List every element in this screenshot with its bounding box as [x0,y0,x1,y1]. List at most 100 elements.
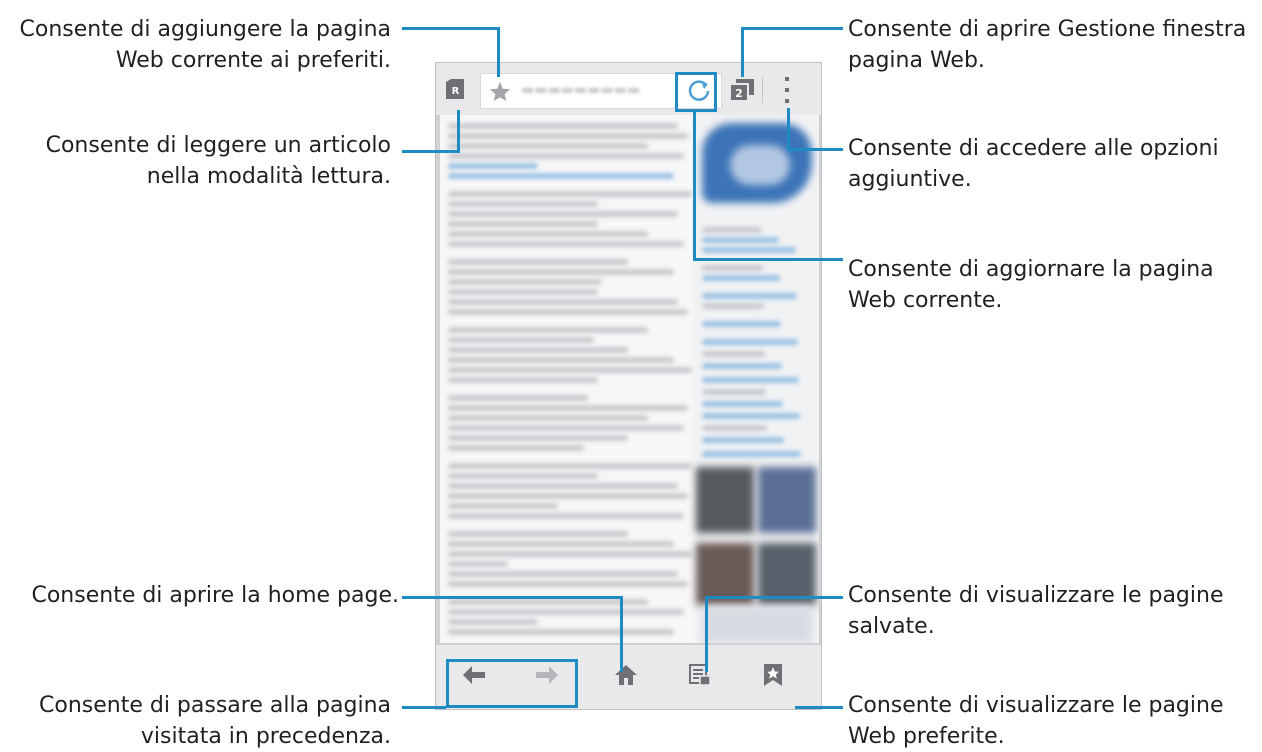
blurred-text-line [448,357,674,363]
callout-line [693,258,843,261]
blurred-text-line [702,247,796,253]
callout-home: Consente di aprire la home page. [31,583,399,608]
blurred-text-line [448,269,674,275]
blurred-text-line [702,425,767,431]
blurred-text-line [702,389,766,395]
blurred-text-line [448,435,628,441]
blurred-text-line [448,561,508,567]
blurred-text-line [448,241,684,247]
callout-line [402,706,446,709]
callout-line [705,596,708,672]
callout-reader-mode: Consente di leggere un articolo nella mo… [45,133,391,189]
reader-mode-icon[interactable]: R [446,79,464,99]
blurred-text-line [448,503,558,509]
blurred-text-line [448,123,678,129]
blurred-text-line [702,451,801,457]
blurred-text-line [448,541,674,547]
callout-line [693,110,696,261]
callout-saved-pages: Consente di visualizzare le pagine salva… [848,583,1224,639]
blurred-text-line [702,303,764,309]
blurred-text-line [702,401,783,407]
blurred-text-line [448,289,598,295]
blurred-text-line [448,531,628,537]
blurred-text-line [448,133,688,139]
back-forward-highlight [446,659,578,708]
blurred-text-line [702,363,782,369]
callout-line [402,27,500,30]
blurred-text-line [702,237,779,243]
blurred-text-line [702,377,799,383]
bookmark-star-icon[interactable] [489,81,511,102]
blurred-text-line [448,259,628,265]
callout-line [787,108,790,151]
svg-text:2: 2 [735,87,743,100]
callout-window-manager: Consente di aprire Gestione finestra pag… [848,17,1247,73]
blurred-text-line [702,227,762,233]
callout-line [795,706,843,709]
blurred-text-line [448,415,648,421]
blurred-text-line [448,211,678,217]
blurred-text-line [448,299,678,305]
callout-line [620,596,623,672]
blurred-text-line [448,279,602,285]
blurred-text-line [702,293,797,299]
blurred-text-line [448,347,628,353]
browser-screen: R ▬▬▬▬▬▬▬▬▬ 2 [435,62,822,710]
blurred-text-line [448,463,692,469]
blurred-text-line [702,339,798,345]
more-options-icon[interactable] [783,75,791,105]
blurred-text-line [702,321,781,327]
toolbar-divider [762,77,763,103]
blurred-text-line [702,275,780,281]
blurred-text-line [448,173,674,179]
blurred-text-line [448,367,692,373]
blurred-text-line [448,571,678,577]
bookmarks-icon[interactable] [763,663,783,687]
blurred-text-line [448,309,688,315]
blurred-text-line [448,231,648,237]
blurred-text-line [448,513,684,519]
callout-line [741,27,843,30]
blurred-text-line [448,395,588,401]
blurred-text-line [702,265,763,271]
url-text: ▬▬▬▬▬▬▬▬▬ [521,82,641,98]
blurred-text-line [448,619,538,625]
blurred-text-line [448,143,648,149]
blurred-text-line [448,551,692,557]
sidebar-image [730,145,790,185]
blurred-text-line [448,473,598,479]
blurred-text-line [702,413,800,419]
blurred-text-line [448,629,674,635]
blurred-text-line [448,221,598,227]
blurred-text-line [448,493,688,499]
callout-bookmarks: Consente di visualizzare le pagine Web p… [848,693,1224,749]
browser-toolbar: R ▬▬▬▬▬▬▬▬▬ 2 [436,63,821,115]
callout-line [497,27,500,77]
refresh-highlight [675,72,717,112]
callout-line [705,596,843,599]
blurred-text-line [448,581,688,587]
sidebar-image [758,467,816,533]
blurred-text-line [448,405,688,411]
callout-refresh: Consente di aggiornare la pagina Web cor… [848,257,1214,313]
blurred-text-line [448,191,692,197]
window-manager-icon[interactable]: 2 [730,79,754,101]
blurred-text-line [448,599,648,605]
blurred-text-line [448,327,648,333]
home-icon[interactable] [614,664,638,686]
blurred-text-line [448,201,598,207]
blurred-text-line [448,337,594,343]
callout-back-forward: Consente di passare alla pagina visitata… [39,693,391,749]
webpage-content[interactable] [440,115,819,643]
blurred-text-line [448,609,684,615]
callout-line [402,150,460,153]
sidebar-image [702,607,812,643]
callout-line [741,27,744,77]
blurred-text-line [448,425,684,431]
sidebar-image [696,467,754,533]
blurred-text-line [448,377,598,383]
callout-line [457,110,460,153]
blurred-text-line [702,437,784,443]
blurred-text-line [448,153,684,159]
blurred-text-line [448,163,538,169]
